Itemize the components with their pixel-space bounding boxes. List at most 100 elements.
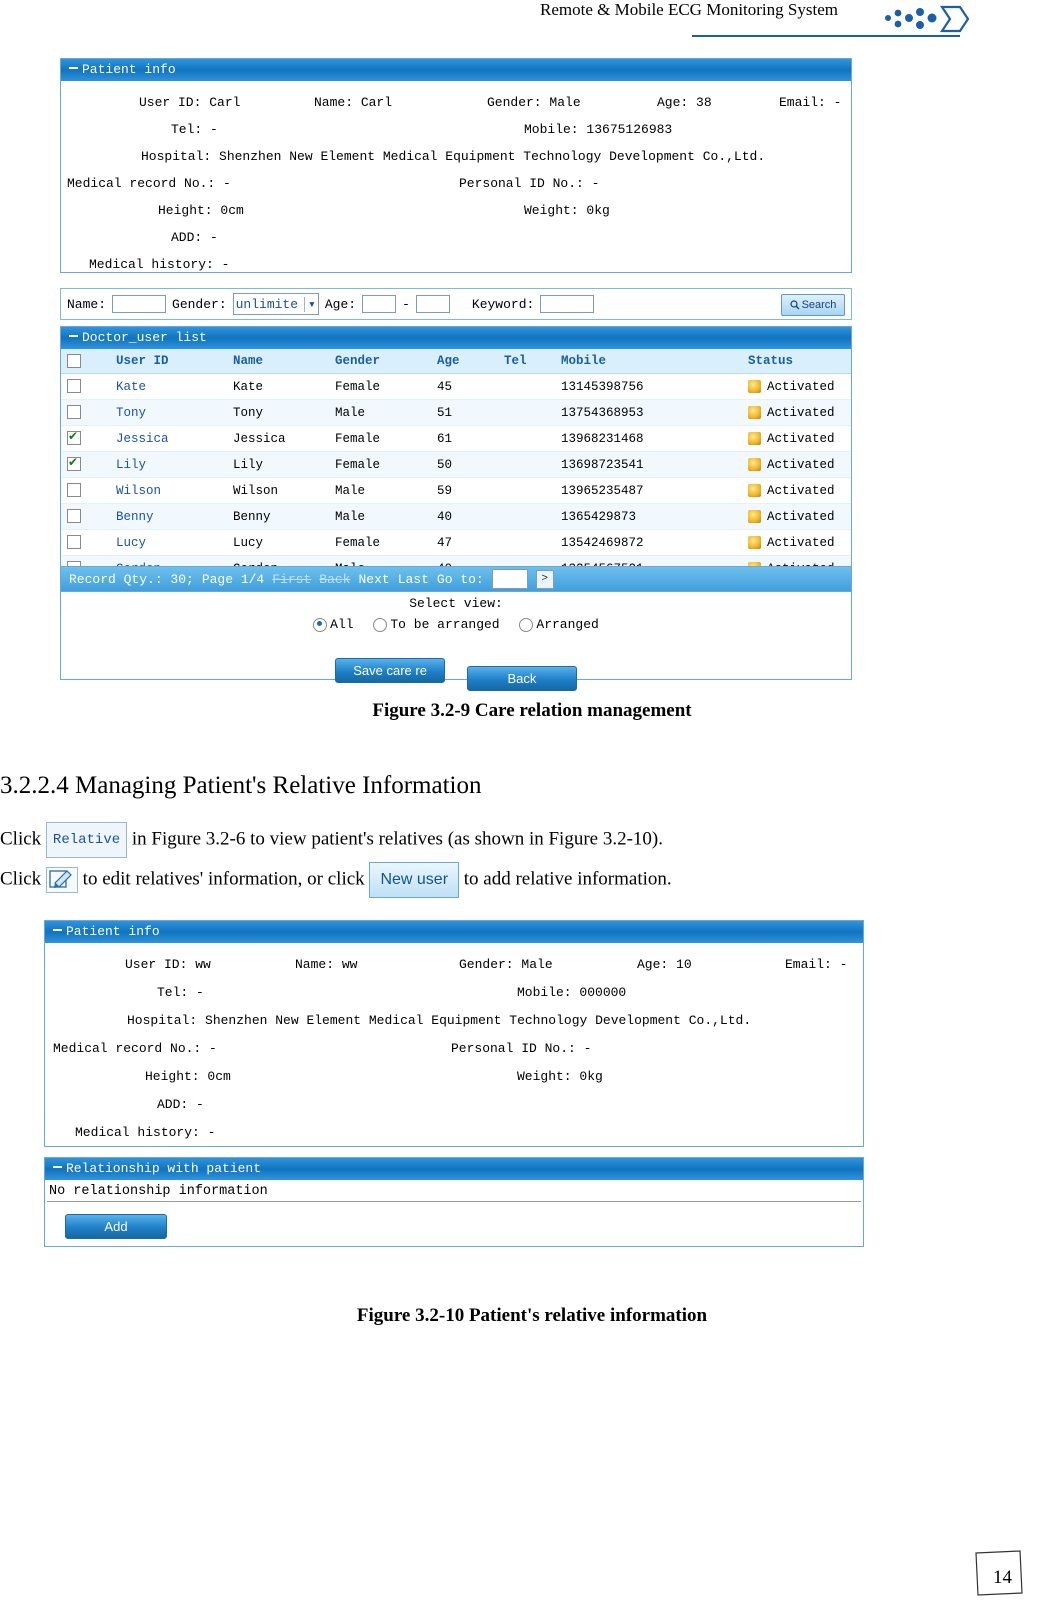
- row-name: Tony: [227, 399, 329, 426]
- panel-title-text: Relationship with patient: [66, 1161, 262, 1176]
- weight-label: Weight:: [524, 203, 579, 218]
- medical-history-label-2: Medical history:: [75, 1125, 200, 1140]
- row-checkbox-cell[interactable]: [61, 477, 110, 504]
- collapse-icon[interactable]: [53, 1162, 62, 1171]
- table-row[interactable]: LilyLilyFemale5013698723541Activated: [61, 451, 851, 478]
- row-user-id[interactable]: Jessica: [110, 425, 227, 452]
- row-user-id[interactable]: Lily: [110, 451, 227, 478]
- search-keyword-input[interactable]: [540, 295, 595, 313]
- hexagon-decor-icon: [885, 5, 970, 33]
- height-value-2: 0cm: [207, 1069, 231, 1084]
- save-care-relation-button[interactable]: Save care re: [335, 658, 446, 683]
- row-checkbox-cell[interactable]: [61, 373, 110, 400]
- age-value-2: 10: [676, 957, 692, 972]
- col-name[interactable]: Name: [227, 349, 329, 374]
- row-checkbox[interactable]: [67, 379, 81, 394]
- row-user-id[interactable]: Tony: [110, 399, 227, 426]
- collapse-icon[interactable]: [69, 331, 78, 340]
- mobile-value-2: 000000: [579, 985, 627, 1000]
- row-checkbox[interactable]: [67, 405, 81, 420]
- row-checkbox-cell[interactable]: [61, 529, 110, 556]
- row-mobile: 13698723541: [555, 451, 742, 478]
- row-checkbox-cell[interactable]: [61, 399, 110, 426]
- row-user-id[interactable]: Wilson: [110, 477, 227, 504]
- collapse-icon[interactable]: [69, 63, 78, 72]
- row-status-text: Activated: [767, 431, 835, 446]
- row-name: Lucy: [227, 529, 329, 556]
- height-label: Height:: [158, 203, 213, 218]
- add-relationship-button[interactable]: Add: [65, 1214, 167, 1239]
- col-gender[interactable]: Gender: [329, 349, 431, 374]
- row-checkbox[interactable]: [67, 429, 81, 446]
- row-age: 61: [431, 425, 498, 452]
- new-user-button[interactable]: New user: [369, 862, 460, 898]
- medical-record-label-2: Medical record No.:: [53, 1041, 202, 1056]
- col-user-id[interactable]: User ID: [110, 349, 227, 374]
- row-checkbox-cell[interactable]: [61, 425, 110, 452]
- col-tel[interactable]: Tel: [498, 349, 555, 374]
- collapse-icon[interactable]: [53, 925, 62, 934]
- panel-title-text: Patient info: [82, 62, 176, 77]
- search-age-to-input[interactable]: [415, 295, 450, 313]
- page-header: Remote & Mobile ECG Monitoring System: [0, 0, 1064, 37]
- search-gender-select[interactable]: unlimite ▾: [232, 293, 319, 315]
- col-age[interactable]: Age: [431, 349, 498, 374]
- status-icon: [748, 379, 761, 393]
- table-row[interactable]: JessicaJessicaFemale6113968231468Activat…: [61, 425, 851, 452]
- row-age: 50: [431, 451, 498, 478]
- table-row[interactable]: Lucy Lucy Female 47 13542469872 Activated: [61, 529, 851, 556]
- doctor-user-table: User ID Name Gender Age Tel Mobile Statu…: [61, 349, 851, 582]
- pager-go-button[interactable]: >: [535, 569, 554, 589]
- radio-option-all[interactable]: All: [313, 617, 354, 632]
- table-row[interactable]: Tony Tony Male 51 13754368953 Activated: [61, 399, 851, 426]
- weight-value: 0kg: [586, 203, 610, 218]
- search-age-from-input[interactable]: [362, 295, 397, 313]
- relative-button[interactable]: Relative: [45, 822, 128, 858]
- row-age: 45: [431, 373, 498, 400]
- row-checkbox[interactable]: [67, 455, 81, 472]
- radio-option-arranged[interactable]: Arranged: [519, 617, 599, 632]
- row-status-text: Activated: [767, 509, 835, 524]
- doctor-user-list-title: Doctor_user list: [61, 327, 851, 349]
- row-user-id[interactable]: Kate: [110, 373, 227, 400]
- table-row[interactable]: Kate Kate Female 45 13145398756 Activated: [61, 373, 851, 400]
- row-tel: [498, 399, 555, 426]
- search-name-input[interactable]: [112, 295, 167, 313]
- edit-pencil-icon[interactable]: [45, 867, 78, 893]
- row-checkbox-cell[interactable]: [61, 451, 110, 478]
- pager-goto-input[interactable]: [491, 569, 528, 589]
- search-name-label: Name:: [67, 296, 107, 312]
- search-button[interactable]: Search: [781, 294, 845, 316]
- select-all-checkbox[interactable]: [67, 353, 81, 368]
- table-row[interactable]: Wilson Wilson Male 59 13965235487 Activated: [61, 477, 851, 504]
- row-user-id[interactable]: Benny: [110, 503, 227, 530]
- row-checkbox-cell[interactable]: [61, 503, 110, 530]
- row-checkbox[interactable]: [67, 535, 81, 550]
- col-status[interactable]: Status: [742, 349, 851, 374]
- row-mobile: 13968231468: [555, 425, 742, 452]
- row-user-id[interactable]: Lucy: [110, 529, 227, 556]
- table-row[interactable]: Benny Benny Male 40 1365429873 Activated: [61, 503, 851, 530]
- section-heading: 3.2.2.4 Managing Patient's Relative Info…: [0, 772, 482, 799]
- email-value: -: [833, 95, 842, 110]
- pager-last-link[interactable]: Last: [398, 572, 429, 587]
- radio-option-to-be-arranged[interactable]: To be arranged: [373, 617, 500, 632]
- col-mobile[interactable]: Mobile: [555, 349, 742, 374]
- radio-all-icon[interactable]: [313, 617, 328, 632]
- back-button[interactable]: Back: [466, 666, 577, 691]
- page-indicator: Page 1/4: [201, 571, 265, 587]
- pager-back-link: Back: [319, 571, 351, 587]
- col-select-all[interactable]: [61, 349, 110, 374]
- pager-next-link[interactable]: Next: [358, 572, 389, 587]
- row-checkbox[interactable]: [67, 509, 81, 524]
- row-gender: Female: [329, 373, 431, 400]
- row-tel: [498, 425, 555, 452]
- radio-arranged-icon[interactable]: [519, 617, 534, 632]
- radio-to-be-arranged-icon[interactable]: [373, 617, 388, 632]
- search-filter-bar: Name: Gender: unlimite ▾ Age: - Keyword:…: [60, 288, 852, 320]
- status-icon: [748, 405, 761, 419]
- weight-label-2: Weight:: [517, 1069, 572, 1084]
- user-id-value-2: ww: [195, 957, 211, 972]
- header-rule: [692, 35, 960, 37]
- row-checkbox[interactable]: [67, 483, 81, 498]
